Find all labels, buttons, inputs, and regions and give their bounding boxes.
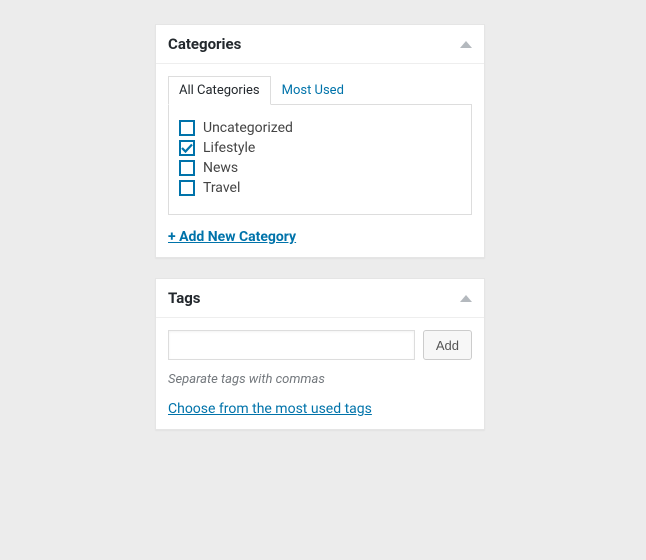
category-checkbox[interactable]: [179, 160, 195, 176]
categories-header[interactable]: Categories: [156, 25, 484, 64]
check-icon: [181, 142, 193, 154]
add-tag-button[interactable]: Add: [423, 330, 472, 360]
category-checkbox[interactable]: [179, 180, 195, 196]
tags-title: Tags: [168, 289, 201, 307]
categories-tabs: All Categories Most Used: [168, 76, 472, 105]
categories-panel: Categories All Categories Most Used Unca…: [155, 24, 485, 258]
tag-input[interactable]: [168, 330, 415, 360]
category-label: Uncategorized: [203, 120, 293, 136]
collapse-icon[interactable]: [460, 295, 472, 302]
categories-title: Categories: [168, 35, 241, 53]
category-item: Travel: [179, 180, 461, 196]
tags-header[interactable]: Tags: [156, 279, 484, 318]
tags-panel: Tags Add Separate tags with commas Choos…: [155, 278, 485, 430]
categories-list-box: Uncategorized Lifestyle News Travel: [168, 104, 472, 215]
tab-all-categories[interactable]: All Categories: [168, 76, 271, 105]
category-item: News: [179, 160, 461, 176]
category-label: News: [203, 160, 238, 176]
category-checkbox[interactable]: [179, 120, 195, 136]
category-item: Lifestyle: [179, 140, 461, 156]
tags-hint: Separate tags with commas: [168, 372, 472, 387]
choose-most-used-tags-link[interactable]: Choose from the most used tags: [168, 401, 372, 417]
tab-most-used[interactable]: Most Used: [271, 76, 355, 105]
category-label: Travel: [203, 180, 240, 196]
collapse-icon[interactable]: [460, 41, 472, 48]
add-new-category-link[interactable]: + Add New Category: [168, 229, 296, 245]
category-item: Uncategorized: [179, 120, 461, 136]
category-checkbox[interactable]: [179, 140, 195, 156]
category-label: Lifestyle: [203, 140, 255, 156]
